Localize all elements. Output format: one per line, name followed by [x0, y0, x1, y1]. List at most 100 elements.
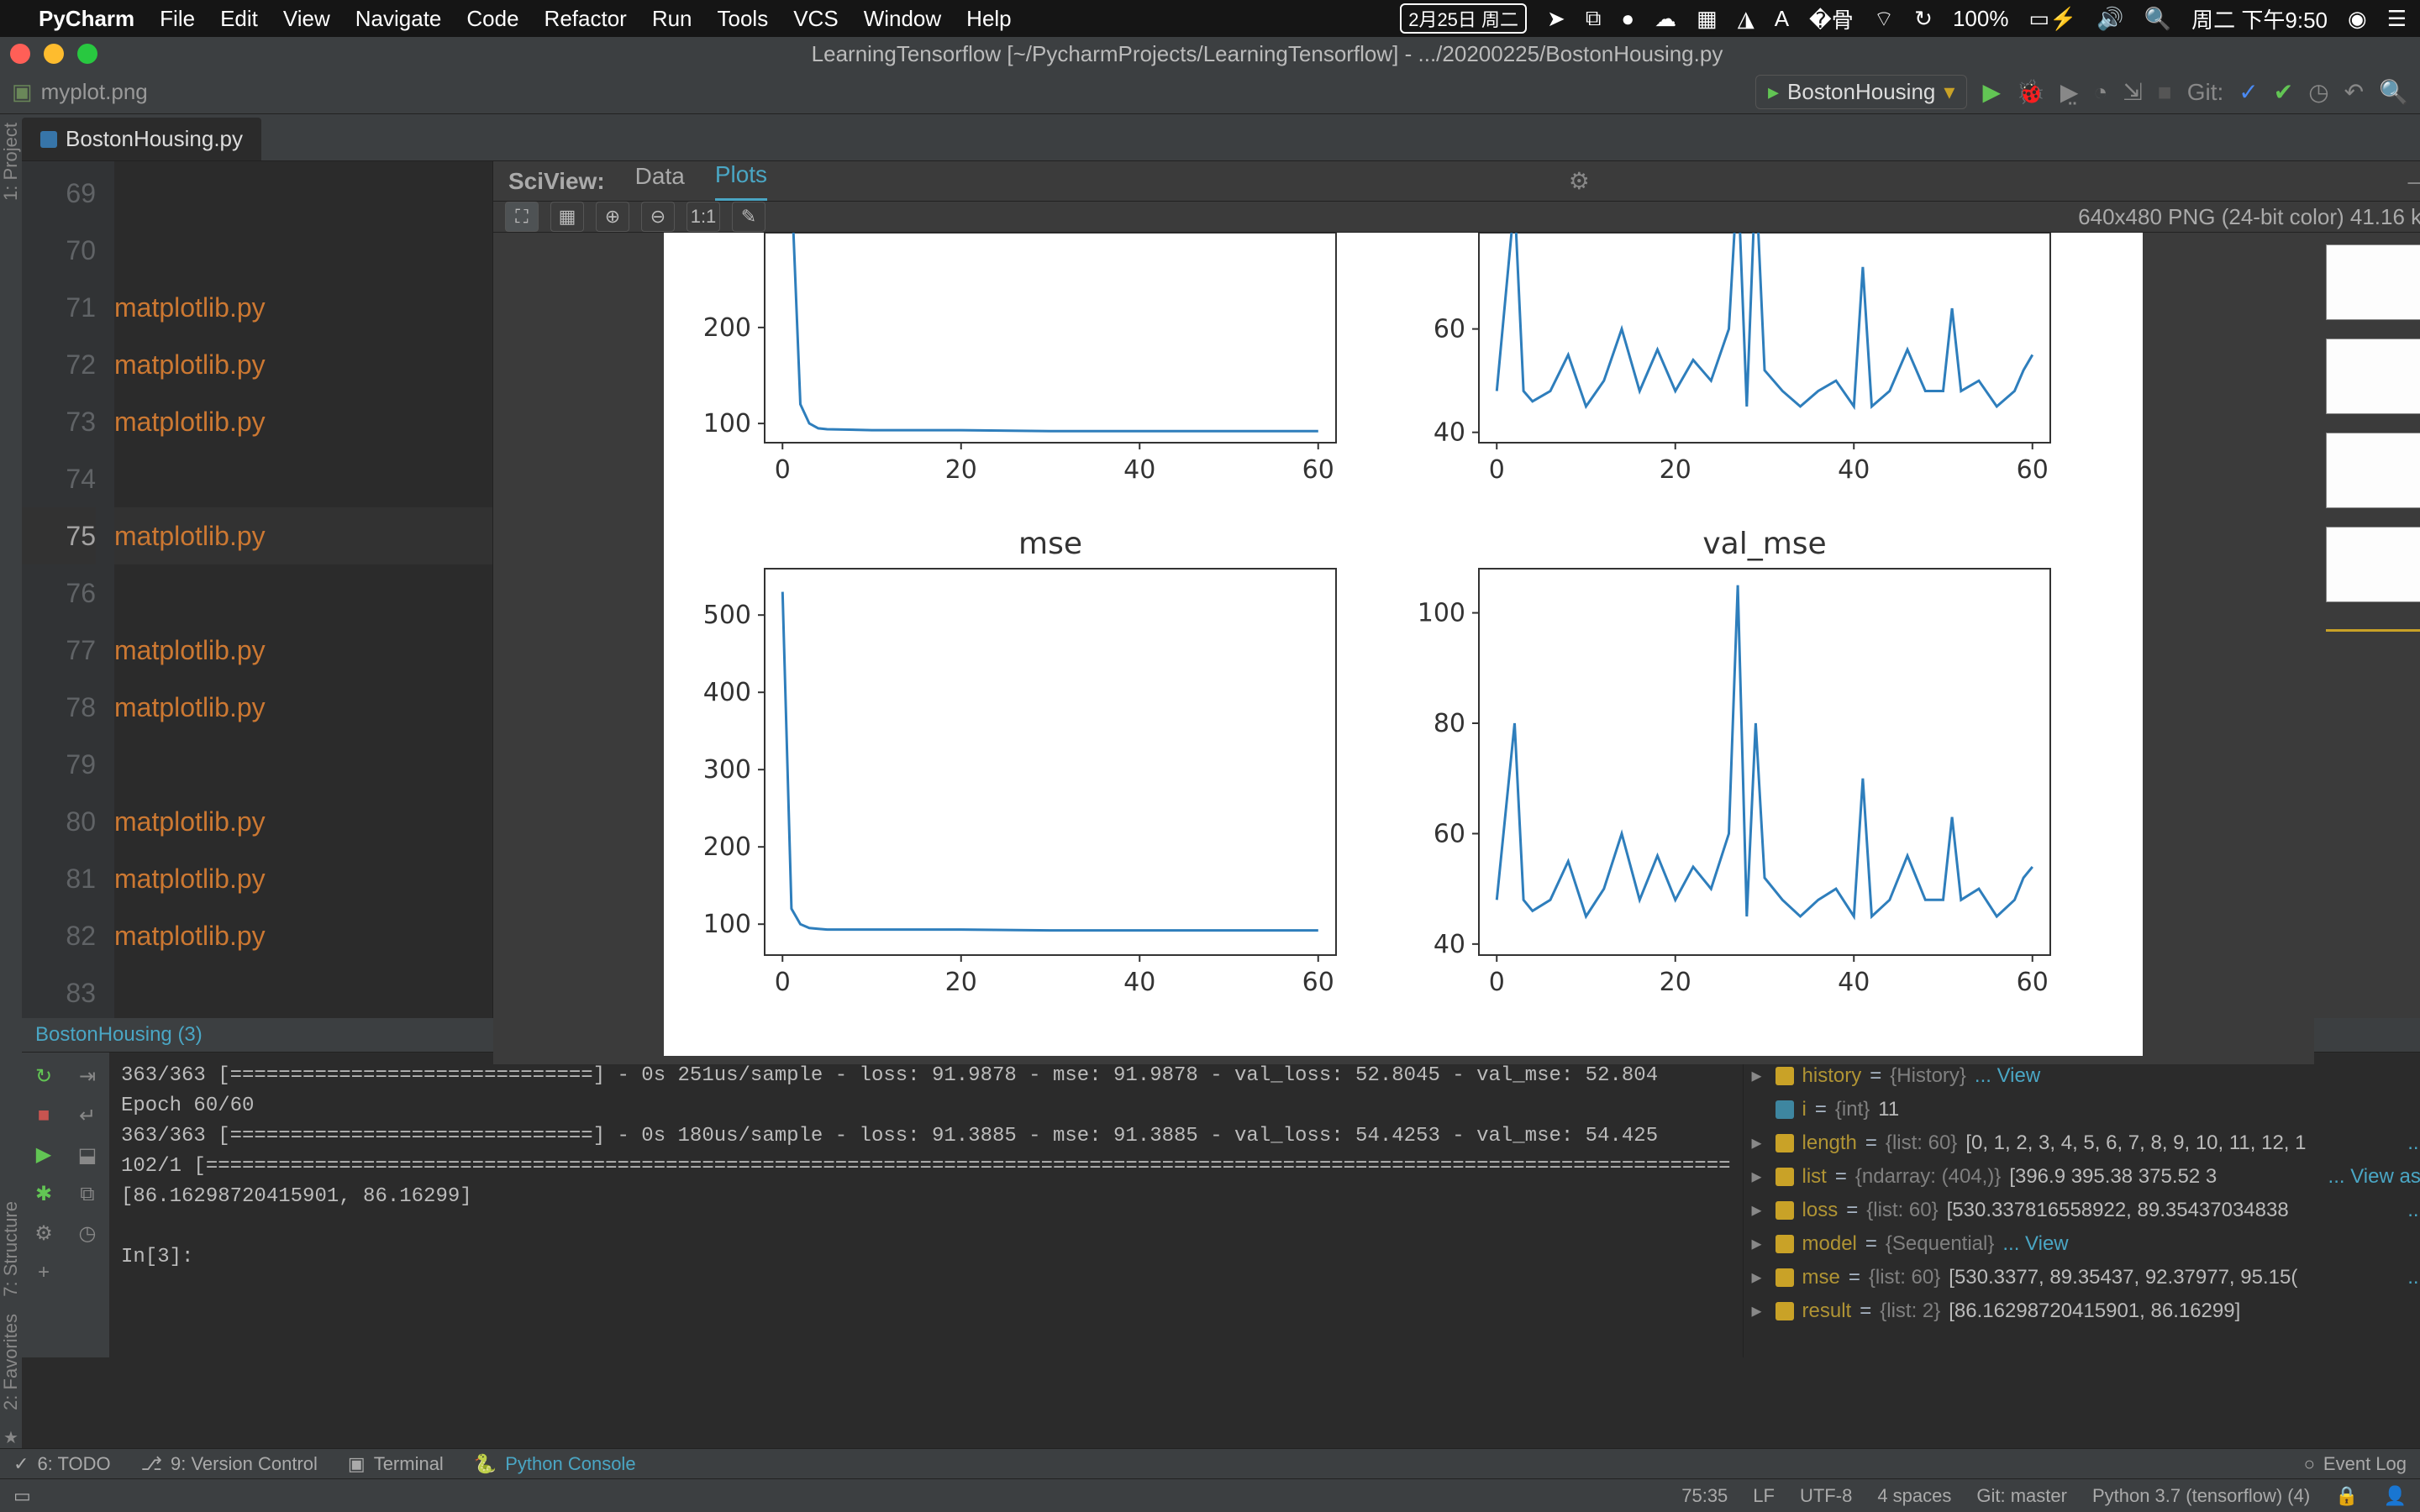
- run-config-selector[interactable]: ▸ BostonHousing ▾: [1755, 75, 1967, 109]
- variable-row[interactable]: ▸loss = {list: 60} [530.337816558922, 89…: [1752, 1194, 2420, 1227]
- stop-icon[interactable]: ■: [38, 1104, 50, 1127]
- bluetooth-icon[interactable]: �骨: [1809, 3, 1854, 34]
- softwrap-icon[interactable]: ↵: [79, 1104, 96, 1128]
- battery-label[interactable]: 100%: [1953, 6, 2009, 32]
- menu-file[interactable]: File: [160, 6, 195, 32]
- layout-icon[interactable]: ⇥: [79, 1064, 96, 1089]
- plot-thumbnail[interactable]: ×: [2326, 433, 2420, 508]
- variable-row[interactable]: ▸length = {list: 60} [0, 1, 2, 3, 4, 5, …: [1752, 1126, 2420, 1160]
- tool-structure[interactable]: 7: Structure: [0, 1201, 22, 1297]
- git-revert-button[interactable]: ↶: [2344, 78, 2364, 106]
- a-icon[interactable]: A: [1775, 6, 1789, 32]
- variables-panel[interactable]: ▸history = {History} ... Viewi = {int} 1…: [1743, 1053, 2420, 1357]
- cloud-icon[interactable]: ☁: [1655, 6, 1676, 32]
- line-separator[interactable]: LF: [1753, 1485, 1775, 1507]
- screenshot-icon[interactable]: ⧉: [1586, 5, 1602, 32]
- plot-thumbnail[interactable]: ×: [2326, 527, 2420, 602]
- inspect-icon[interactable]: 👤: [2384, 1485, 2407, 1507]
- history-icon[interactable]: ◷: [79, 1221, 97, 1246]
- git-commit-button[interactable]: ✔: [2274, 78, 2293, 106]
- editor-tab[interactable]: BostonHousing.py: [22, 118, 261, 160]
- paper-plane-icon[interactable]: ➤: [1547, 6, 1565, 32]
- variable-row[interactable]: ▸list = {ndarray: (404,)} [396.9 395.38 …: [1752, 1160, 2420, 1194]
- bell-icon[interactable]: ●: [1621, 6, 1634, 32]
- gear-icon[interactable]: ⚙: [1569, 167, 1590, 195]
- variable-row[interactable]: i = {int} 11: [1752, 1093, 2420, 1126]
- plot-thumbnail[interactable]: ×: [2326, 339, 2420, 414]
- debug-button[interactable]: 🐞: [2016, 78, 2045, 106]
- breadcrumb[interactable]: myplot.png: [41, 79, 148, 105]
- git-branch[interactable]: Git: master: [1976, 1485, 2067, 1507]
- close-icon[interactable]: [10, 44, 30, 64]
- tab-todo[interactable]: ✓ 6: TODO: [13, 1453, 111, 1475]
- code-editor[interactable]: 69 70 71 72 73 74 75 76 77 78 79 80 81 8…: [22, 161, 492, 1018]
- menu-vcs[interactable]: VCS: [793, 6, 838, 32]
- interpreter[interactable]: Python 3.7 (tensorflow) (4): [2092, 1485, 2310, 1507]
- actual-size-button[interactable]: 1:1: [687, 202, 720, 232]
- triangle-icon[interactable]: ◮: [1738, 6, 1754, 32]
- menu-view[interactable]: View: [283, 6, 330, 32]
- zoom-out-icon[interactable]: ⊖: [641, 202, 675, 232]
- menu-refactor[interactable]: Refactor: [544, 6, 627, 32]
- resume-icon[interactable]: ▶: [36, 1142, 51, 1167]
- code-lines[interactable]: matplotlib.py matplotlib.py matplotlib.p…: [114, 161, 492, 1018]
- spotlight-icon[interactable]: 🔍: [2144, 6, 2171, 32]
- status-icon[interactable]: ▭: [13, 1485, 31, 1507]
- python-console-output[interactable]: 363/363 [==============================]…: [109, 1053, 1743, 1357]
- plot-viewport[interactable]: 1002000204060406002040601002003004005000…: [493, 233, 2314, 1064]
- run-with-coverage-button[interactable]: ▶̤: [2060, 78, 2079, 106]
- add-icon[interactable]: +: [38, 1261, 50, 1284]
- lock-icon[interactable]: 🔒: [2335, 1485, 2358, 1507]
- git-history-button[interactable]: ◷: [2308, 78, 2328, 106]
- menu-tools[interactable]: Tools: [718, 6, 769, 32]
- zoom-in-icon[interactable]: ⊕: [596, 202, 629, 232]
- file-encoding[interactable]: UTF-8: [1800, 1485, 1852, 1507]
- app-name[interactable]: PyCharm: [39, 6, 134, 32]
- sciview-tab-data[interactable]: Data: [635, 163, 685, 200]
- tab-terminal[interactable]: ▣ Terminal: [348, 1453, 444, 1475]
- rerun-icon[interactable]: ↻: [35, 1064, 52, 1089]
- scroll-to-end-icon[interactable]: ⬓: [78, 1143, 97, 1168]
- git-update-button[interactable]: ✓: [2238, 78, 2258, 106]
- caret-position[interactable]: 75:35: [1681, 1485, 1728, 1507]
- volume-icon[interactable]: 🔊: [2096, 6, 2123, 32]
- variable-row[interactable]: ▸history = {History} ... View: [1752, 1059, 2420, 1093]
- menu-code[interactable]: Code: [466, 6, 518, 32]
- color-picker-icon[interactable]: ✎: [732, 202, 765, 232]
- menu-edit[interactable]: Edit: [220, 6, 258, 32]
- event-log[interactable]: ○ Event Log: [2304, 1453, 2407, 1475]
- profile-button[interactable]: ◔: [2093, 79, 2107, 106]
- stop-button[interactable]: ■: [2158, 79, 2172, 106]
- tab-version-control[interactable]: ⎇ 9: Version Control: [141, 1453, 318, 1475]
- notification-center-icon[interactable]: ☰: [2387, 6, 2407, 32]
- tool-favorites[interactable]: 2: Favorites: [0, 1314, 22, 1410]
- grid-view-icon[interactable]: ▦: [550, 202, 584, 232]
- battery-icon[interactable]: ▭⚡: [2028, 6, 2076, 32]
- menubar-date[interactable]: 2月25日 周二: [1400, 3, 1527, 34]
- menu-help[interactable]: Help: [966, 6, 1011, 32]
- indent[interactable]: 4 spaces: [1877, 1485, 1951, 1507]
- star-icon[interactable]: ★: [3, 1427, 18, 1448]
- search-everywhere-button[interactable]: 🔍: [2379, 78, 2408, 106]
- grid-icon[interactable]: ▦: [1697, 6, 1718, 32]
- settings-icon[interactable]: ⚙: [34, 1221, 53, 1246]
- zoom-icon[interactable]: [77, 44, 97, 64]
- sciview-tab-plots[interactable]: Plots: [715, 161, 767, 201]
- attach-button[interactable]: ⇲: [2123, 78, 2142, 106]
- link-icon[interactable]: ⧉: [80, 1183, 94, 1206]
- run-button[interactable]: ▶: [1982, 78, 2001, 106]
- wifi-icon[interactable]: ⌔: [1874, 5, 1894, 33]
- variable-row[interactable]: ▸mse = {list: 60} [530.3377, 89.35437, 9…: [1752, 1261, 2420, 1294]
- variable-row[interactable]: ▸result = {list: 2} [86.16298720415901, …: [1752, 1294, 2420, 1328]
- tool-project[interactable]: 1: Project: [0, 123, 22, 201]
- menu-navigate[interactable]: Navigate: [355, 6, 442, 32]
- menu-window[interactable]: Window: [864, 6, 941, 32]
- siri-icon[interactable]: ◉: [2348, 6, 2367, 32]
- debug-icon[interactable]: ✱: [35, 1182, 52, 1206]
- tab-python-console[interactable]: 🐍 Python Console: [474, 1453, 636, 1475]
- clock[interactable]: 周二 下午9:50: [2191, 3, 2328, 34]
- hide-panel-icon[interactable]: —: [2408, 168, 2420, 195]
- timemachine-icon[interactable]: ↻: [1914, 6, 1933, 32]
- menu-run[interactable]: Run: [652, 6, 692, 32]
- minimize-icon[interactable]: [44, 44, 64, 64]
